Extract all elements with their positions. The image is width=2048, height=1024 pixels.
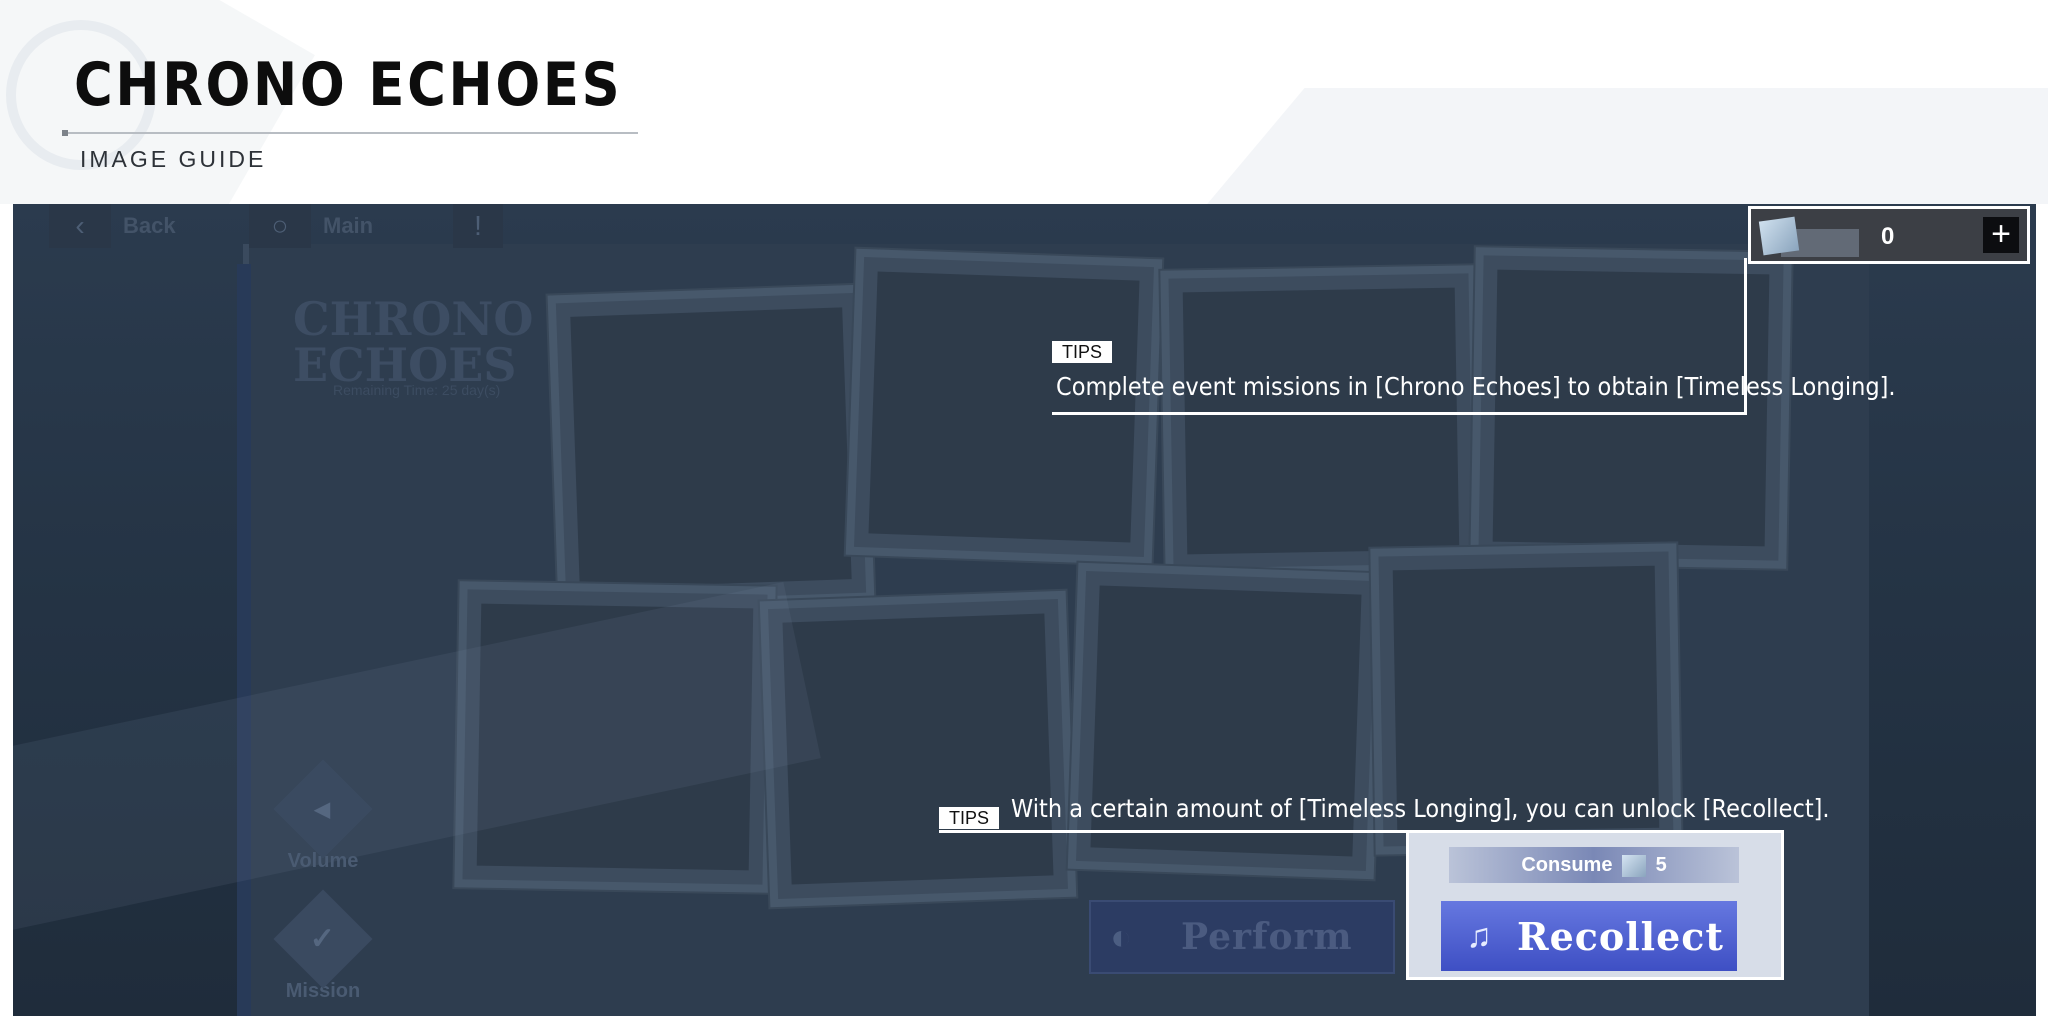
memory-slot-photo <box>570 307 852 589</box>
game-screenshot: CHRONO ECHOES Remaining Time: 25 day(s) … <box>13 204 2036 1016</box>
back-arrow-icon: ‹ <box>49 204 111 248</box>
page-subtitle: IMAGE GUIDE <box>80 146 267 172</box>
guide-header: CHRONO ECHOES IMAGE GUIDE <box>0 0 2048 204</box>
timeless-longing-counter: 0 + <box>1748 206 2030 264</box>
memory-slot-photo <box>1492 269 1770 547</box>
back-label: Back <box>123 213 176 238</box>
perform-label: Perform <box>1181 916 1353 958</box>
memory-slot[interactable] <box>547 284 875 612</box>
volume-diamond: ◂ <box>273 759 373 859</box>
main-label: Main <box>323 213 374 238</box>
header-decoration-band <box>1195 88 2048 204</box>
clipboard-icon: ✓ <box>310 922 336 956</box>
consume-label: Consume <box>1521 854 1613 876</box>
event-logo: CHRONO ECHOES <box>293 296 534 388</box>
volume-button[interactable]: ◂ Volume <box>273 759 373 873</box>
piano-icon: ♫ <box>1466 916 1492 955</box>
tip-connector-horizontal <box>939 830 1406 833</box>
recollect-panel: Consume 5 ♫ Recollect <box>1406 830 1784 980</box>
tip-text: Complete event missions in [Chrono Echoe… <box>1056 372 1896 401</box>
memory-slot[interactable] <box>845 248 1163 566</box>
title-underline <box>64 132 638 134</box>
timeless-longing-icon <box>1622 854 1646 877</box>
info-icon: ! <box>453 204 503 248</box>
tip-connector-horizontal <box>1052 412 1747 415</box>
memory-slot-photo <box>868 271 1140 543</box>
home-icon: ○ <box>249 204 311 248</box>
memory-slot-photo <box>1392 565 1660 833</box>
timeless-longing-count: 0 <box>1881 223 1895 250</box>
mission-button[interactable]: ✓ Mission <box>273 889 373 1003</box>
scrapbook-spine <box>237 264 251 1016</box>
recollect-button[interactable]: ♫ Recollect <box>1441 901 1737 971</box>
memory-slot-photo <box>1182 287 1460 555</box>
memory-slot[interactable] <box>1160 265 1482 577</box>
add-currency-button[interactable]: + <box>1983 217 2019 253</box>
speaker-icon: ◂ <box>315 792 331 826</box>
page-title: CHRONO ECHOES <box>74 50 623 120</box>
remaining-time: Remaining Time: 25 day(s) <box>333 382 501 398</box>
tips-label: TIPS <box>939 807 1000 829</box>
memory-slot-photo <box>782 613 1054 885</box>
fan-icon: ◐ <box>1110 916 1132 957</box>
consume-cost: Consume 5 <box>1449 847 1739 883</box>
consume-amount: 5 <box>1655 854 1667 876</box>
info-button[interactable]: ! <box>453 204 503 248</box>
mission-diamond: ✓ <box>273 889 373 989</box>
perform-button[interactable]: ◐ Perform <box>1089 900 1395 974</box>
title-underline-dot <box>62 130 68 136</box>
tip-text: With a certain amount of [Timeless Longi… <box>1011 794 1830 823</box>
back-button[interactable]: ‹ Back <box>49 204 176 248</box>
recollect-label: Recollect <box>1517 913 1724 959</box>
timeless-longing-icon <box>1758 216 1800 256</box>
tips-label: TIPS <box>1052 341 1113 363</box>
event-logo-line1: CHRONO <box>293 292 534 346</box>
main-button[interactable]: ○ Main <box>249 204 373 248</box>
